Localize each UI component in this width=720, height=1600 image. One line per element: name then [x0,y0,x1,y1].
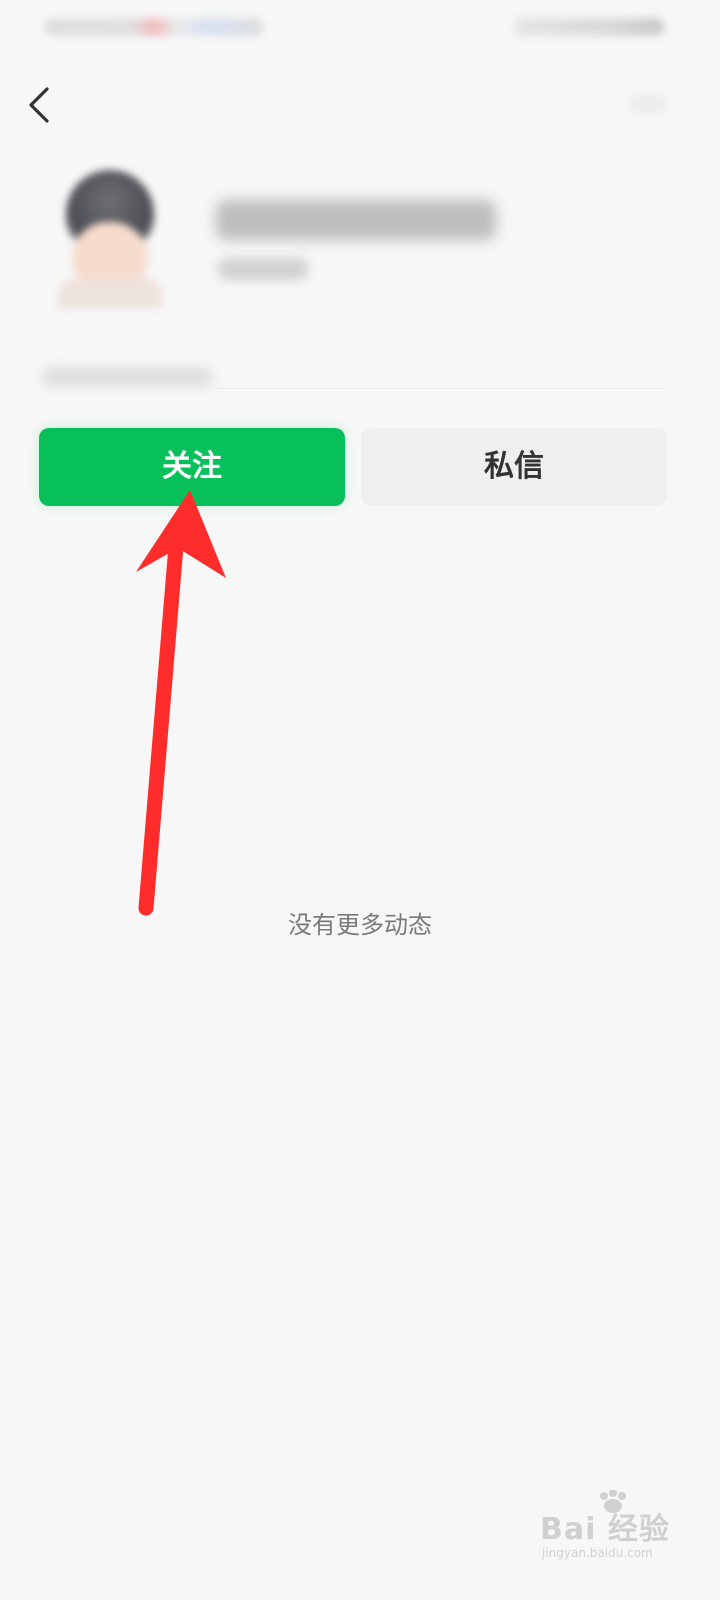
status-left-blurred [44,18,264,36]
chevron-left-icon [29,87,49,123]
watermark: Bai 经验 jingyan.baidu.com [540,1490,700,1570]
top-nav-bar [0,70,720,140]
avatar [58,170,168,310]
profile-signature-blurred [42,368,212,386]
profile-name-blurred [216,200,496,240]
back-button[interactable] [16,80,66,130]
profile-actions: 关注 私信 [0,428,720,508]
empty-feed-text: 没有更多动态 [288,911,432,939]
status-bar [0,0,720,58]
message-button[interactable]: 私信 [361,428,667,506]
avatar-body [58,278,162,308]
watermark-main-text: Bai 经验 [540,1512,670,1547]
annotation-arrow-shaft [138,514,186,916]
watermark-sub-text: jingyan.baidu.com [542,1546,653,1560]
profile-id-blurred [218,258,308,280]
more-button[interactable] [628,94,668,114]
profile-divider [40,388,666,389]
follow-button[interactable]: 关注 [39,428,345,506]
profile-header [0,160,720,340]
status-right-blurred [514,18,664,36]
